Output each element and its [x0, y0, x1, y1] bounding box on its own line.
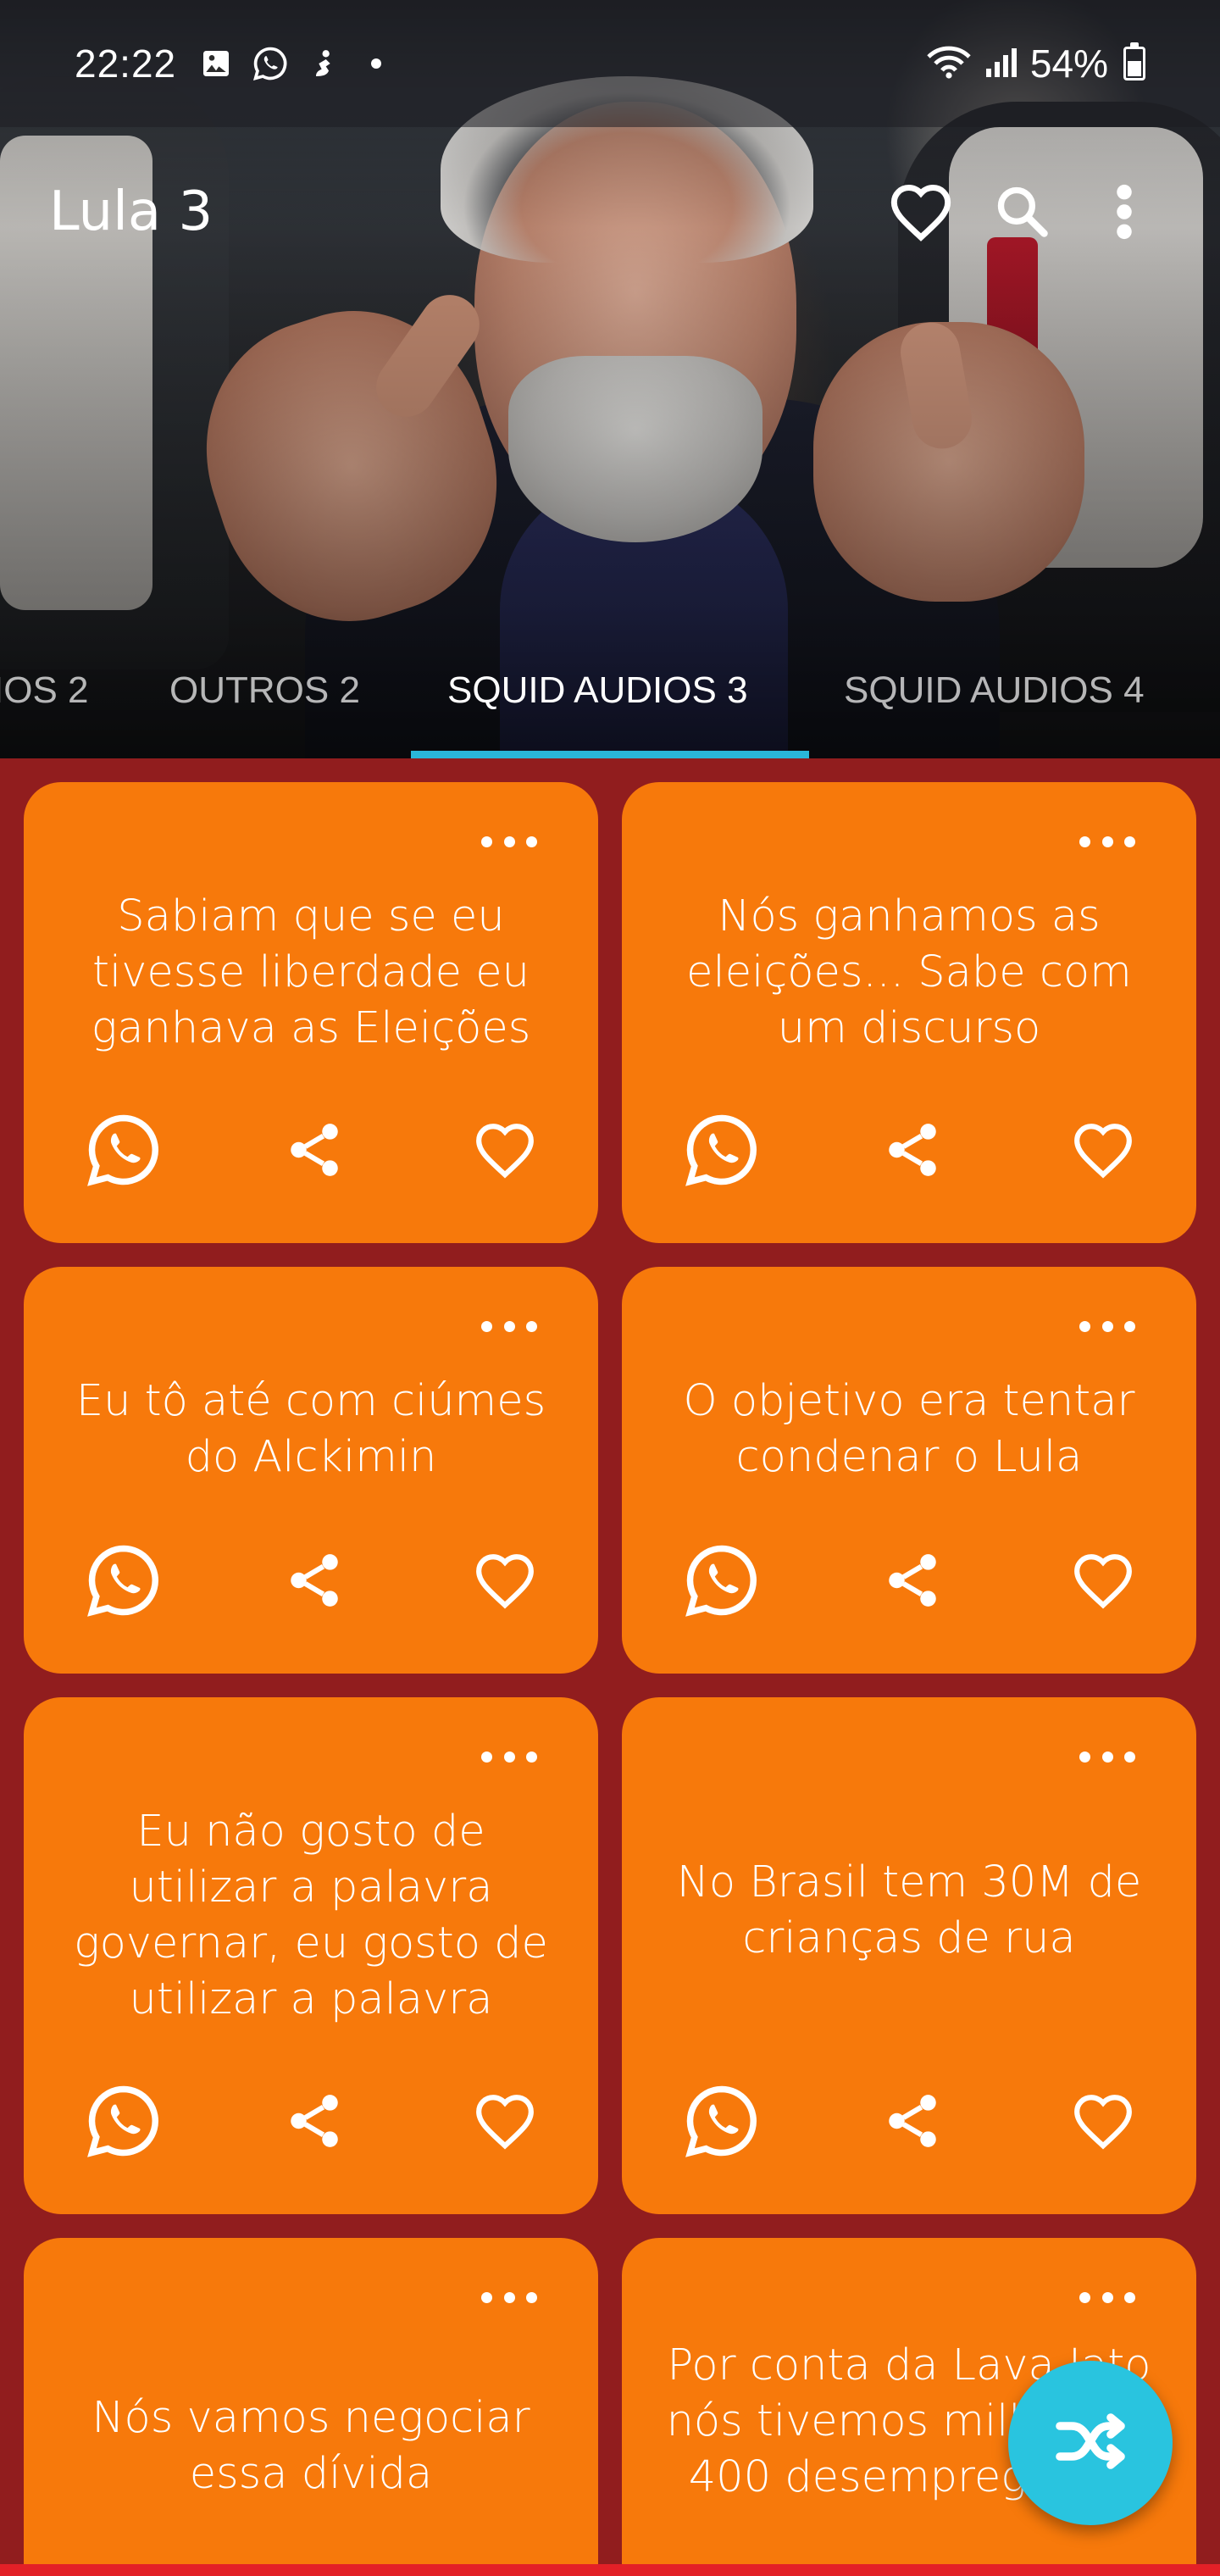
tab-squid-audios-4[interactable]: SQUID AUDIOS 4 [844, 669, 1145, 712]
whatsapp-icon [87, 1545, 158, 1617]
audio-card[interactable]: Eu não gosto de utilizar a palavra gover… [24, 1697, 598, 2214]
page-title: Lula 3 [49, 180, 214, 243]
bottom-edge [0, 2564, 1220, 2576]
card-more-button[interactable] [1079, 1746, 1135, 1767]
whatsapp-share-button[interactable] [679, 1108, 764, 1192]
card-more-button[interactable] [1079, 2287, 1135, 2307]
overflow-menu-button[interactable] [1078, 165, 1171, 258]
share-button[interactable] [272, 1538, 357, 1623]
favorite-audio-button[interactable] [463, 1538, 547, 1623]
favorite-audio-button[interactable] [1061, 2079, 1145, 2163]
audio-card-text: Eu tô até com ciúmes do Alckimin [75, 1376, 546, 1482]
share-icon [889, 1554, 936, 1607]
whatsapp-share-button[interactable] [679, 2079, 764, 2163]
audio-card-text: Nós ganhamos as eleições... Sabe com um … [686, 891, 1132, 1053]
signal-icon [983, 43, 1020, 84]
favorite-audio-button[interactable] [463, 2079, 547, 2163]
audio-card[interactable]: Sabiam que se eu tivesse liberdade eu ga… [24, 782, 598, 1243]
audio-card-text: No Brasil tem 30M de crianças de rua [676, 1857, 1142, 1963]
favorite-audio-button[interactable] [463, 1108, 547, 1192]
card-more-button[interactable] [1079, 1316, 1135, 1336]
heart-outline-icon [476, 1554, 534, 1609]
whatsapp-share-button[interactable] [81, 1538, 166, 1623]
card-more-button[interactable] [481, 831, 537, 852]
card-more-button[interactable] [481, 1746, 537, 1767]
tab-ios-2[interactable]: IOS 2 [0, 669, 89, 712]
share-icon [291, 2095, 338, 2147]
app-notification-icon [303, 42, 346, 85]
shuffle-button[interactable] [1008, 2361, 1173, 2525]
whatsapp-share-button[interactable] [679, 1538, 764, 1623]
search-icon [997, 186, 1048, 237]
audio-card[interactable]: Nós ganhamos as eleições... Sabe com um … [622, 782, 1196, 1243]
more-vert-icon [1117, 184, 1132, 240]
whatsapp-notification-icon [249, 42, 291, 85]
whatsapp-icon [87, 1114, 158, 1186]
active-tab-indicator [411, 751, 809, 758]
audio-card[interactable]: No Brasil tem 30M de crianças de rua [622, 1697, 1196, 2214]
heart-outline-icon [890, 185, 951, 242]
favorite-button[interactable] [874, 165, 968, 258]
share-icon [291, 1554, 338, 1607]
audio-card[interactable]: Nós vamos negociar essa dívida [24, 2238, 598, 2576]
status-bar: 22:22 54% [0, 0, 1220, 127]
audio-card[interactable]: O objetivo era tentar condenar o Lula [622, 1267, 1196, 1674]
whatsapp-icon [87, 2085, 158, 2157]
card-more-button[interactable] [481, 1316, 537, 1336]
card-more-button[interactable] [1079, 831, 1135, 852]
share-button[interactable] [272, 2079, 357, 2163]
share-icon [291, 1124, 338, 1176]
share-button[interactable] [272, 1108, 357, 1192]
card-more-button[interactable] [481, 2287, 537, 2307]
share-button[interactable] [870, 1108, 955, 1192]
shuffle-icon [1056, 2413, 1125, 2469]
heart-outline-icon [1074, 1554, 1132, 1609]
status-time: 22:22 [75, 42, 177, 86]
heart-outline-icon [1074, 1124, 1132, 1179]
audio-card-text: Nós vamos negociar essa dívida [92, 2393, 530, 2499]
gallery-notification-icon [195, 42, 237, 85]
favorite-audio-button[interactable] [1061, 1538, 1145, 1623]
whatsapp-icon [685, 1114, 757, 1186]
share-button[interactable] [870, 2079, 955, 2163]
tab-squid-audios-3[interactable]: SQUID AUDIOS 3 [447, 669, 748, 712]
more-notifications-dot [371, 58, 382, 69]
heart-outline-icon [1074, 2095, 1132, 2150]
whatsapp-icon [685, 1545, 757, 1617]
audio-card-text: O objetivo era tentar condenar o Lula [683, 1376, 1135, 1482]
battery-icon [1123, 42, 1145, 80]
whatsapp-share-button[interactable] [81, 1108, 166, 1192]
whatsapp-icon [685, 2085, 757, 2157]
audio-grid: Sabiam que se eu tivesse liberdade eu ga… [24, 782, 1196, 2576]
audio-card-text: Eu não gosto de utilizar a palavra gover… [74, 1807, 548, 2024]
share-icon [889, 2095, 936, 2147]
battery-percent: 54% [1029, 42, 1108, 86]
whatsapp-share-button[interactable] [81, 2079, 166, 2163]
app-root: 22:22 54% Lula 3 IOS 2 OUTROS 2 SQUID AU… [0, 0, 1220, 2576]
heart-outline-icon [476, 1124, 534, 1179]
battery-level [1128, 60, 1141, 76]
favorite-audio-button[interactable] [1061, 1108, 1145, 1192]
heart-outline-icon [476, 2095, 534, 2150]
wifi-icon [925, 43, 973, 84]
share-button[interactable] [870, 1538, 955, 1623]
tab-outros-2[interactable]: OUTROS 2 [169, 669, 360, 712]
audio-card-text: Sabiam que se eu tivesse liberdade eu ga… [91, 891, 531, 1053]
app-toolbar: Lula 3 [0, 144, 1220, 280]
search-button[interactable] [976, 165, 1069, 258]
share-icon [889, 1124, 936, 1176]
audio-card[interactable]: Eu tô até com ciúmes do Alckimin [24, 1267, 598, 1674]
